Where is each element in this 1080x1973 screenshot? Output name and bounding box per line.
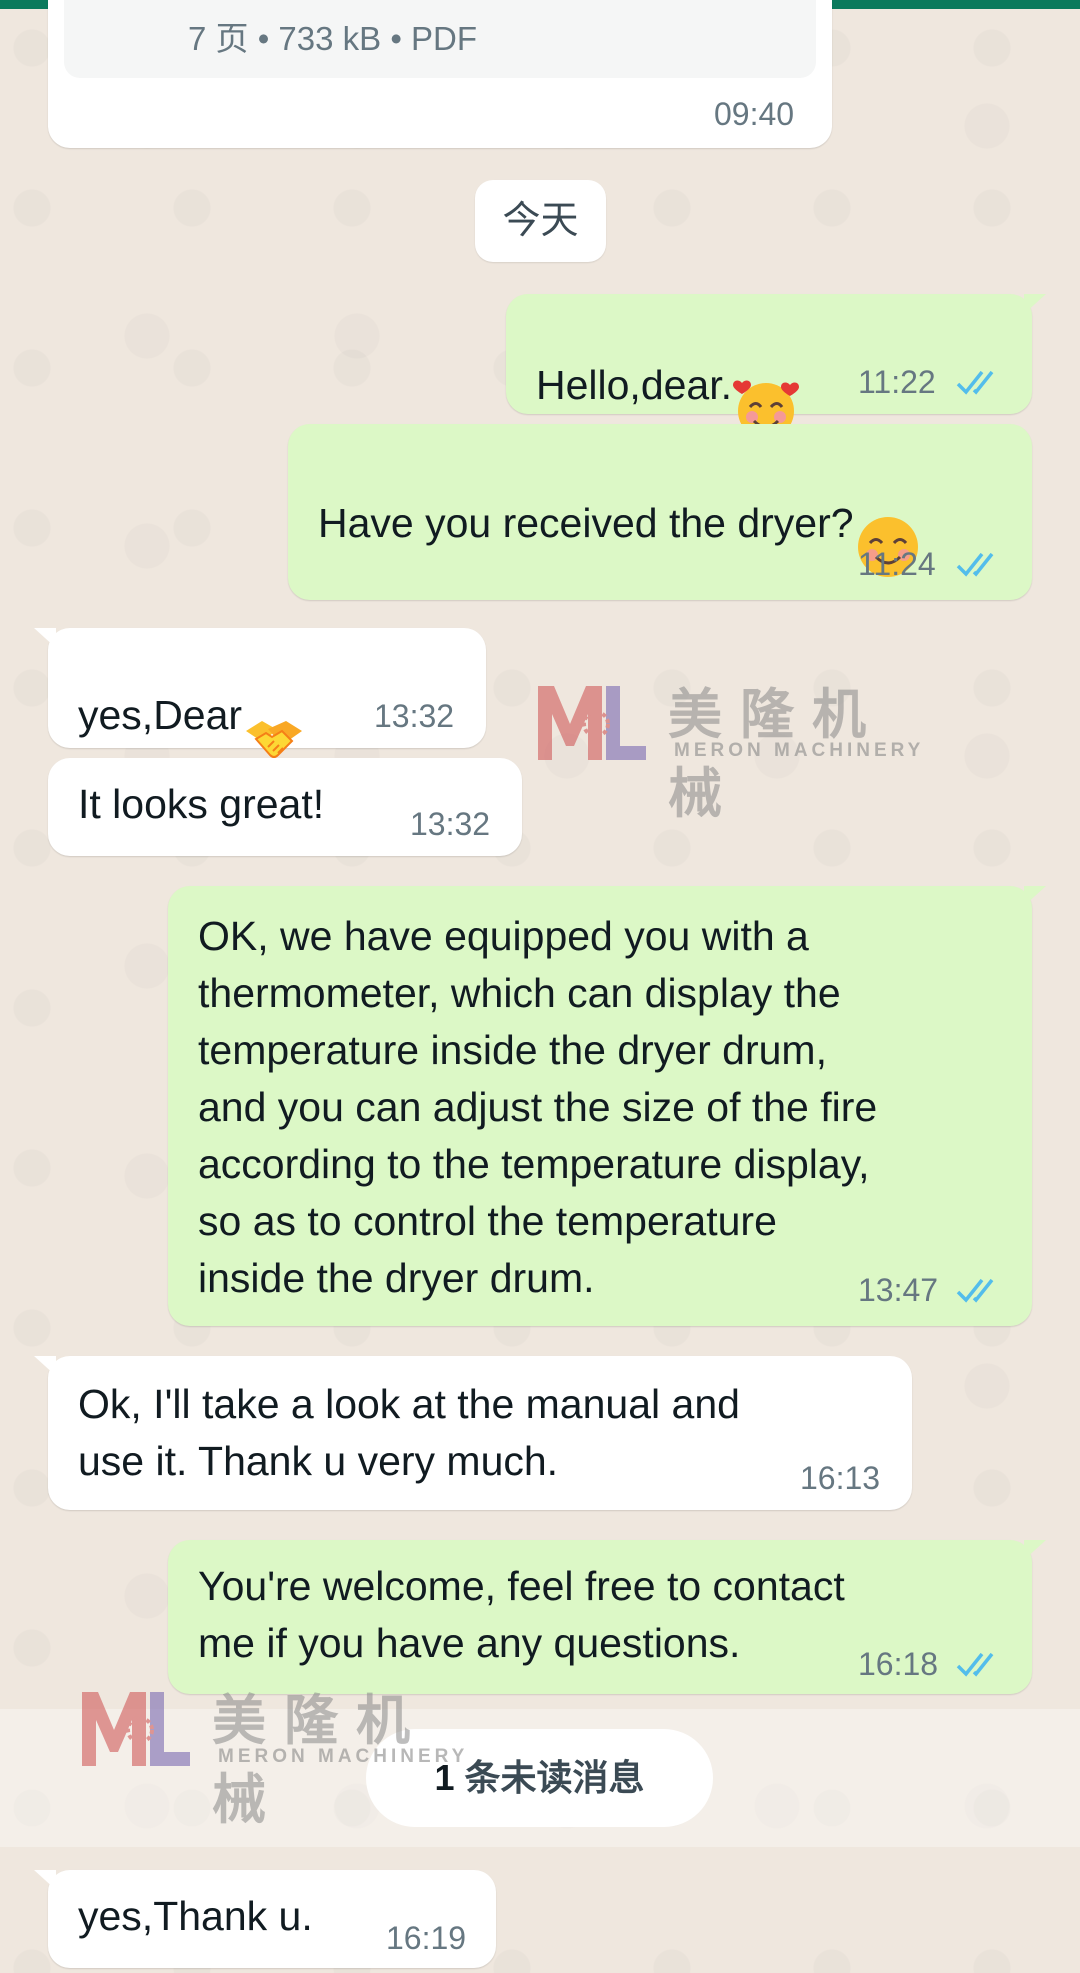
ml-logo-icon [538, 686, 646, 760]
message-bubble-outgoing[interactable]: OK, we have equipped you with a thermome… [168, 886, 1046, 1326]
message-text: You're welcome, feel free to contact me … [198, 1563, 845, 1666]
message-bubble-incoming[interactable]: It looks great! 13:32 [48, 758, 522, 856]
watermark-name-en: MERON MACHINERY [674, 740, 925, 761]
message-text: OK, we have equipped you with a thermome… [198, 913, 878, 1301]
watermark-logo: 美隆机械 MERON MACHINERY [536, 676, 946, 824]
message-time: 13:47 [858, 1272, 939, 1308]
message-bubble-incoming[interactable]: yes,Dear 13:32 [34, 628, 486, 758]
message-time: 09:40 [714, 96, 795, 132]
read-receipt-icon [956, 370, 994, 395]
ml-logo-icon [82, 1692, 190, 1766]
message-time: 16:13 [800, 1460, 881, 1496]
watermark-name-en: MERON MACHINERY [218, 1746, 469, 1767]
message-time: 16:19 [386, 1920, 467, 1956]
message-text: It looks great! [78, 781, 325, 827]
read-receipt-icon [956, 1278, 994, 1303]
file-meta: 7 页 • 733 kB • PDF [188, 20, 478, 57]
message-bubble-outgoing[interactable]: Have you received the dryer? 11:24 [288, 424, 1032, 600]
message-time: 13:32 [374, 698, 455, 734]
file-message-bubble[interactable]: 7 页 • 733 kB • PDF 09:40 [48, 0, 832, 148]
message-text: Ok, I'll take a look at the manual and u… [78, 1381, 740, 1484]
watermark-logo: 美隆机械 MERON MACHINERY [80, 1682, 490, 1830]
message-text: Have you received the dryer? [318, 456, 922, 596]
message-bubble-outgoing[interactable]: Hello,dear. 11:22 [506, 294, 1046, 440]
message-bubble-incoming[interactable]: yes,Thank u. 16:19 [34, 1870, 496, 1968]
message-time: 11:22 [858, 364, 936, 400]
message-text: yes,Thank u. [78, 1893, 313, 1939]
message-time: 11:24 [858, 546, 936, 582]
file-attachment-card[interactable]: 7 页 • 733 kB • PDF [64, 0, 816, 78]
message-bubble-outgoing[interactable]: You're welcome, feel free to contact me … [168, 1540, 1046, 1694]
date-divider: 今天 [475, 180, 606, 262]
message-bubble-incoming[interactable]: Ok, I'll take a look at the manual and u… [34, 1356, 912, 1510]
message-time: 13:32 [410, 806, 491, 842]
read-receipt-icon [956, 552, 994, 577]
message-time: 16:18 [858, 1646, 939, 1682]
read-receipt-icon [956, 1652, 994, 1677]
